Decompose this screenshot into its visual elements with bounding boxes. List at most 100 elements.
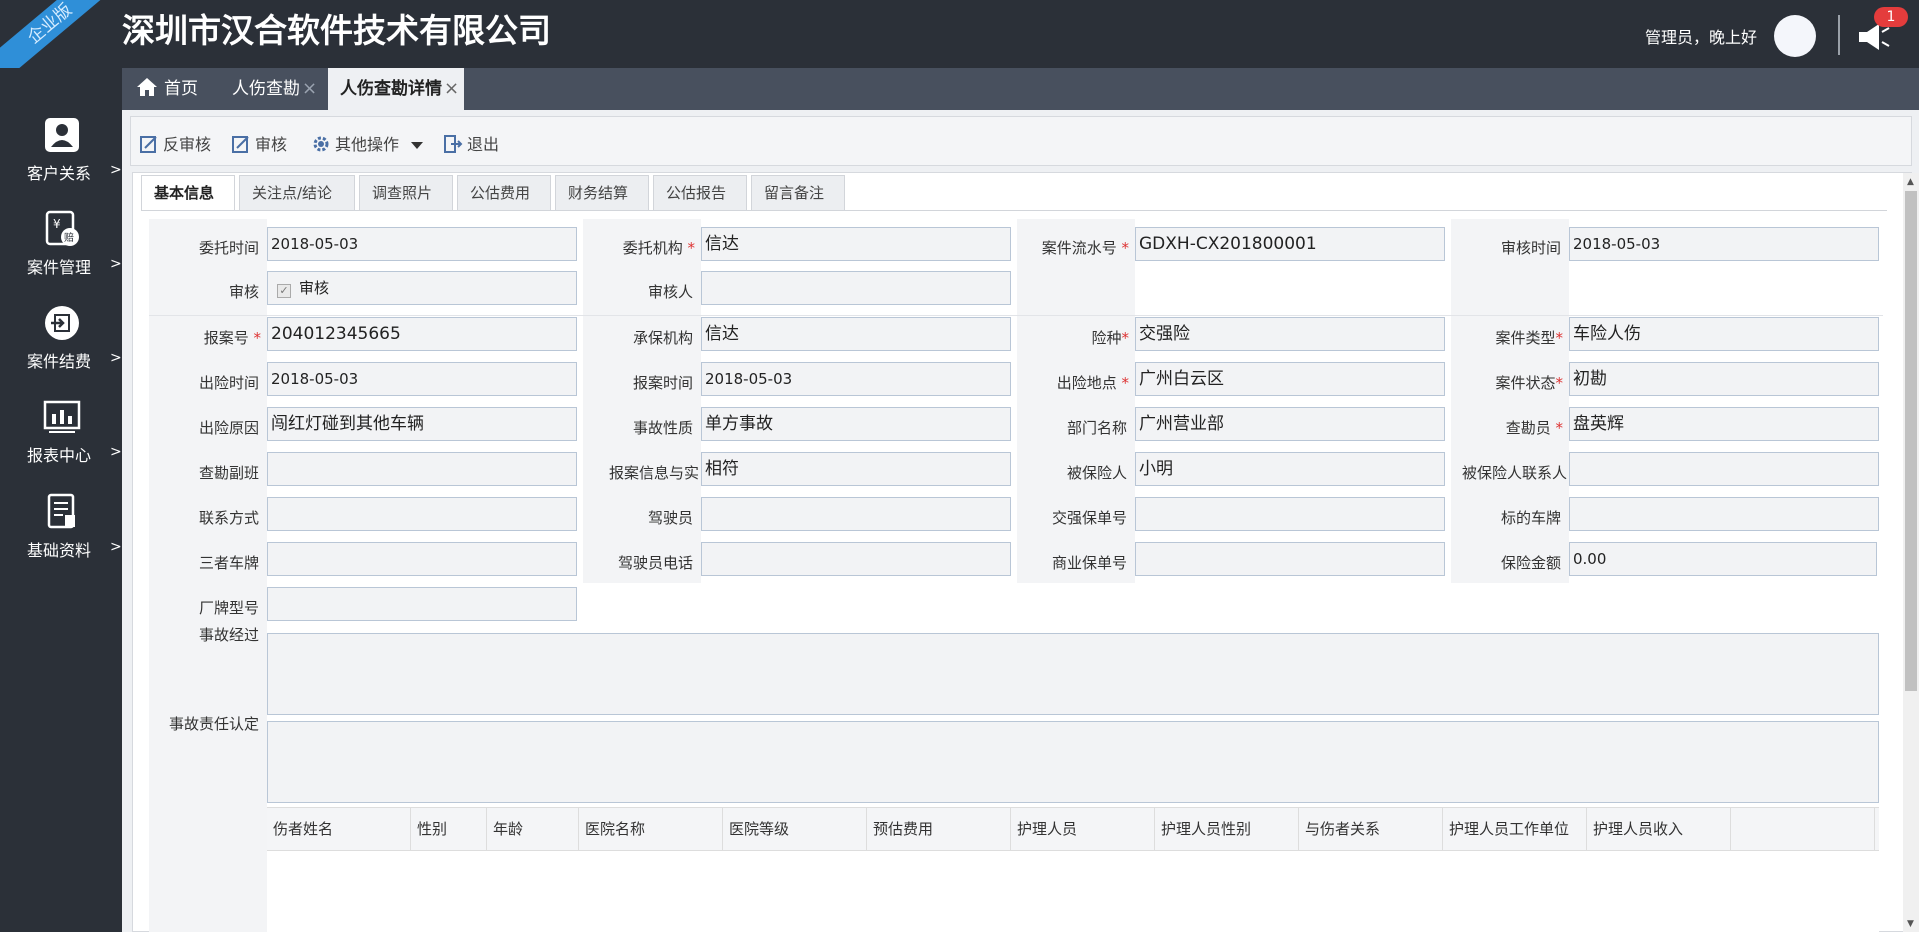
sidebar: 客户关系 > ¥ 赔 案件管理 > 案件结费 > 报表中心 > 基础资料 > [0,68,122,932]
grid-col-header[interactable]: 预估费用 [867,808,1011,850]
grid-col-header[interactable]: 伤者姓名 [267,808,411,850]
third-plate-label: 三者车牌 [198,554,259,572]
sidebar-item-settlement[interactable]: 案件结费 > [0,304,122,394]
driver-phone-field[interactable] [701,542,1011,576]
tab-injury-survey-detail[interactable]: 人伤查勘详情 × [328,68,464,110]
customer-icon [45,118,79,152]
case-type-label: 案件类型* [1495,329,1563,347]
entrust-org-field[interactable]: 信达 [701,227,1011,261]
report-icon [43,400,81,433]
contact-field[interactable] [267,497,577,531]
tab-label: 首页 [164,79,198,99]
main-content: 反审核 审核 其他操作 退出 基本信息 关注点/结论 调查照片 公估费用 财务结… [122,110,1919,932]
notification-badge[interactable]: 1 [1874,7,1908,27]
subtab-finance[interactable]: 财务结算 [555,175,649,211]
report-match-field[interactable]: 相符 [701,452,1011,486]
page-tabs: 首页 人伤查勘 × 人伤查勘详情 × [122,68,1919,110]
audit-button[interactable]: 审核 [231,131,287,155]
unaudit-button[interactable]: 反审核 [139,131,211,155]
grid-col-header[interactable]: 护理人员 [1011,808,1155,850]
checkbox-icon[interactable]: ✓ [277,284,291,298]
entrust-time-field[interactable]: 2018-05-03 [267,227,577,261]
accident-place-field[interactable]: 广州白云区 [1135,362,1445,396]
insured-amount-label: 保险金额 [1500,554,1561,572]
case-type-field[interactable]: 车险人伤 [1569,317,1879,351]
grid-col-header[interactable]: 年龄 [487,808,579,850]
audit-checkbox-field[interactable]: ✓ 审核 [267,271,577,305]
unaudit-label: 反审核 [163,135,212,154]
subtab-notes[interactable]: 留言备注 [751,175,845,211]
label-column [149,219,267,932]
accident-cause-field[interactable]: 闯红灯碰到其他车辆 [267,407,577,441]
commercial-policy-field[interactable] [1135,542,1445,576]
driver-field[interactable] [701,497,1011,531]
sidebar-item-label: 案件管理 [27,258,92,277]
edit-icon [232,136,249,153]
scroll-thumb[interactable] [1905,191,1917,691]
grid-col-header[interactable]: 与伤者关系 [1299,808,1443,850]
grid-col-header[interactable]: 护理人员工作单位 [1443,808,1587,850]
auditor-label: 审核人 [647,283,693,301]
sidebar-item-label: 基础资料 [27,541,92,560]
report-no-field[interactable]: 204012345665 [267,317,577,351]
sidebar-item-reports[interactable]: 报表中心 > [0,398,122,488]
case-serial-label: 案件流水号 * [1041,239,1129,257]
accident-nature-field[interactable]: 单方事故 [701,407,1011,441]
grid-col-header-empty [1731,808,1875,850]
tab-injury-survey[interactable]: 人伤查勘 × [232,68,324,110]
grid-col-header[interactable]: 医院等级 [723,808,867,850]
insured-amount-field[interactable]: 0.00 [1569,542,1877,576]
close-icon[interactable]: × [302,78,317,99]
grid-col-header[interactable]: 护理人员收入 [1587,808,1731,850]
accident-process-label: 事故经过 [198,626,259,644]
grid-col-header[interactable]: 护理人员性别 [1155,808,1299,850]
grid-col-header[interactable]: 性别 [411,808,487,850]
sidebar-item-claims[interactable]: ¥ 赔 案件管理 > [0,210,122,300]
subtab-divider [141,210,1887,211]
insured-field[interactable]: 小明 [1135,452,1445,486]
subtab-focus[interactable]: 关注点/结论 [239,175,355,211]
scroll-down-icon[interactable]: ▼ [1907,919,1914,929]
entrust-org-label: 委托机构 * [622,239,695,257]
compulsory-policy-field[interactable] [1135,497,1445,531]
report-time-field[interactable]: 2018-05-03 [701,362,1011,396]
insurance-type-field[interactable]: 交强险 [1135,317,1445,351]
subtab-photos[interactable]: 调查照片 [359,175,453,211]
tab-home[interactable]: 首页 [136,68,212,110]
audit-time-field[interactable]: 2018-05-03 [1569,227,1879,261]
sidebar-item-customer[interactable]: 客户关系 > [0,116,122,206]
case-status-field[interactable]: 初勘 [1569,362,1879,396]
exit-button[interactable]: 退出 [443,131,499,155]
subtab-basic-info[interactable]: 基本信息 [141,175,235,211]
survey-deputy-field[interactable] [267,452,577,486]
insurer-field[interactable]: 信达 [701,317,1011,351]
avatar[interactable] [1774,15,1816,57]
case-serial-field[interactable]: GDXH-CX201800001 [1135,227,1445,261]
contact-label: 联系方式 [198,509,259,527]
sidebar-item-basedata[interactable]: 基础资料 > [0,493,122,583]
basic-info-form: 委托时间 2018-05-03 委托机构 * 信达 案件流水号 * GDXH-C… [149,219,1883,932]
vehicle-model-field[interactable] [267,587,577,621]
department-field[interactable]: 广州营业部 [1135,407,1445,441]
auditor-field[interactable] [701,271,1011,305]
insured-contact-field[interactable] [1569,452,1879,486]
subtab-report[interactable]: 公估报告 [653,175,747,211]
scroll-up-icon[interactable]: ▲ [1907,177,1914,187]
target-plate-field[interactable] [1569,497,1879,531]
third-plate-field[interactable] [267,542,577,576]
vertical-scrollbar[interactable]: ▲ ▼ [1903,173,1919,932]
accident-time-field[interactable]: 2018-05-03 [267,362,577,396]
liability-textarea[interactable] [267,721,1879,803]
grid-col-header[interactable]: 医院名称 [579,808,723,850]
close-icon[interactable]: × [444,78,459,99]
liability-label: 事故责任认定 [168,715,259,733]
surveyor-field[interactable]: 盘英辉 [1569,407,1879,441]
company-title: 深圳市汉合软件技术有限公司 [122,11,551,50]
more-actions-button[interactable]: 其他操作 [311,131,428,155]
document-icon [47,493,75,529]
audit-label: 审核 [228,283,259,301]
caret-down-icon [411,142,424,149]
accident-process-textarea[interactable] [267,633,1879,715]
insured-contact-label: 被保险人联系人 [1461,464,1567,482]
subtab-fees[interactable]: 公估费用 [457,175,551,211]
